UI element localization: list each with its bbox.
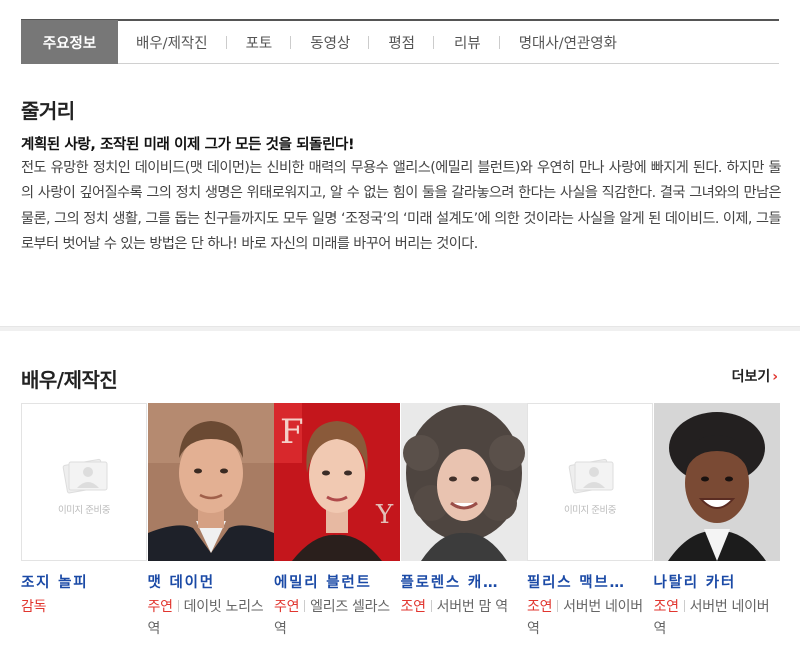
person-name[interactable]: 맷 데이먼 bbox=[148, 571, 270, 592]
svg-text:F: F bbox=[280, 412, 304, 452]
role-line: 조연 서버번 네이버 역 bbox=[654, 596, 778, 640]
role-line: 조연 서버번 맘 역 bbox=[401, 596, 525, 618]
tab-rating[interactable]: 평점 bbox=[369, 21, 434, 63]
woman-portrait-image: F Y bbox=[274, 403, 400, 561]
woman-portrait-image bbox=[653, 403, 780, 561]
person-photo bbox=[147, 403, 274, 561]
person-name[interactable]: 필리스 맥브… bbox=[527, 571, 649, 592]
image-placeholder-icon bbox=[62, 458, 108, 494]
character-name: 서버번 맘 역 bbox=[436, 599, 509, 615]
role-type: 감독 bbox=[21, 599, 47, 615]
role-type: 조연 bbox=[653, 599, 679, 615]
tab-main-info[interactable]: 주요정보 bbox=[21, 20, 118, 64]
role-line: 감독 bbox=[21, 596, 145, 618]
cast-card[interactable]: 맷 데이먼 주연 데이빗 노리스 역 bbox=[147, 403, 275, 640]
photo-placeholder: 이미지 준비중 bbox=[21, 403, 147, 561]
tab-label: 리뷰 bbox=[454, 35, 481, 52]
person-name[interactable]: 나탈리 카터 bbox=[654, 571, 776, 592]
placeholder-text: 이미지 준비중 bbox=[58, 505, 110, 516]
person-photo: F Y bbox=[274, 403, 400, 561]
placeholder-text: 이미지 준비중 bbox=[564, 505, 616, 516]
cast-card[interactable]: 나탈리 카터 조연 서버번 네이버 역 bbox=[653, 403, 781, 640]
person-photo bbox=[653, 403, 780, 561]
synopsis-title: 줄거리 bbox=[21, 99, 75, 123]
cast-card[interactable]: 이미지 준비중 필리스 맥브… 조연 서버번 네이버 역 bbox=[527, 403, 654, 640]
role-separator bbox=[430, 600, 432, 612]
chevron-right-icon: › bbox=[772, 369, 778, 385]
role-separator bbox=[304, 600, 306, 612]
synopsis-headline: 계획된 사랑, 조작된 미래 이제 그가 모든 것을 되돌린다! bbox=[21, 137, 355, 153]
role-type: 조연 bbox=[400, 599, 426, 615]
role-type: 주연 bbox=[147, 599, 173, 615]
tab-cast-crew[interactable]: 배우/제작진 bbox=[118, 21, 227, 63]
role-line: 주연 엘리즈 셀라스 역 bbox=[274, 596, 398, 640]
photo-placeholder: 이미지 준비중 bbox=[527, 403, 653, 561]
cast-list: 이미지 준비중 조지 놀피 감독 맷 데이먼 주연 데이빗 노리스 역 F Y … bbox=[21, 403, 780, 640]
role-type: 조연 bbox=[527, 599, 553, 615]
tab-label: 평점 bbox=[388, 35, 415, 52]
tab-label: 명대사/연관영화 bbox=[518, 35, 617, 52]
role-type: 주연 bbox=[274, 599, 300, 615]
section-divider bbox=[0, 326, 800, 331]
tab-label: 주요정보 bbox=[42, 35, 97, 52]
role-line: 조연 서버번 네이버 역 bbox=[527, 596, 651, 640]
svg-text:Y: Y bbox=[375, 500, 394, 530]
tab-label: 배우/제작진 bbox=[136, 35, 208, 52]
role-separator bbox=[683, 600, 685, 612]
more-link[interactable]: 더보기 › bbox=[732, 366, 778, 386]
tab-label: 동영상 bbox=[310, 35, 351, 52]
tab-label: 포토 bbox=[245, 35, 273, 52]
tab-photo[interactable]: 포토 bbox=[227, 21, 292, 63]
person-name[interactable]: 플로렌스 캐… bbox=[401, 571, 523, 592]
tab-review[interactable]: 리뷰 bbox=[434, 21, 500, 63]
man-portrait-image bbox=[147, 403, 274, 561]
cast-card[interactable]: 이미지 준비중 조지 놀피 감독 bbox=[21, 403, 148, 640]
person-name[interactable]: 조지 놀피 bbox=[21, 571, 143, 592]
more-label: 더보기 bbox=[731, 369, 771, 385]
tab-bar: 주요정보 배우/제작진 포토 동영상 평점 리뷰 명대사/연관영화 bbox=[21, 19, 779, 64]
cast-card[interactable]: 플로렌스 캐… 조연 서버번 맘 역 bbox=[400, 403, 528, 640]
cast-section-title: 배우/제작진 bbox=[21, 368, 118, 392]
person-photo bbox=[400, 403, 527, 561]
image-placeholder-icon bbox=[568, 458, 614, 494]
tab-quotes-related[interactable]: 명대사/연관영화 bbox=[500, 21, 617, 63]
role-line: 주연 데이빗 노리스 역 bbox=[148, 596, 272, 640]
synopsis-body: 전도 유망한 정치인 데이비드(맷 데이먼)는 신비한 매력의 무용수 앨리스(… bbox=[21, 160, 782, 252]
role-separator bbox=[557, 600, 559, 612]
tab-video[interactable]: 동영상 bbox=[291, 21, 370, 63]
cast-card[interactable]: F Y 에밀리 블런트 주연 엘리즈 셀라스 역 bbox=[274, 403, 401, 640]
role-separator bbox=[177, 600, 179, 612]
person-name[interactable]: 에밀리 블런트 bbox=[274, 571, 396, 592]
woman-portrait-image bbox=[400, 403, 527, 561]
